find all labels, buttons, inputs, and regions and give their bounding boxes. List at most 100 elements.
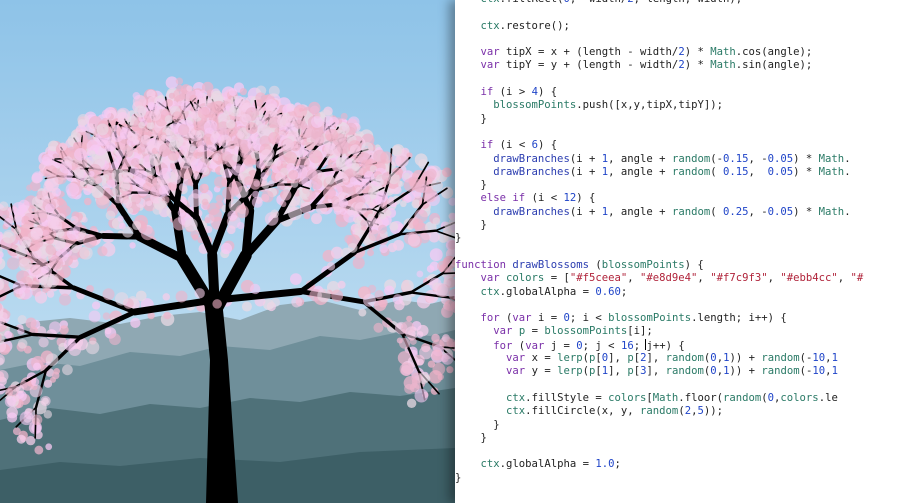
blossom-petal [317,288,331,303]
code-line[interactable]: drawBranches(i + 1, angle + random(-0.15… [455,153,863,166]
code-line[interactable]: if (i < 6) { [455,139,863,152]
blossom-petal [186,85,193,92]
blossom-petal [393,239,404,251]
blossom-petal [227,140,236,150]
blossom-petal [394,186,402,195]
code-line[interactable] [455,445,863,458]
code-line[interactable]: } [455,432,863,445]
code-line[interactable]: ctx.restore(); [455,20,863,33]
blossom-petal [428,231,440,243]
blossom-petal [42,156,51,166]
blossom-petal [367,284,377,293]
blossom-petal [164,158,171,166]
blossom-petal [284,151,297,164]
blossom-petal [406,315,413,322]
code-line[interactable]: drawBranches(i + 1, angle + random( 0.25… [455,206,863,219]
code-line[interactable]: ctx.globalAlpha = 1.0; [455,458,863,471]
code-line[interactable]: var y = lerp(p[1], p[3], random(0,1)) + … [455,365,863,378]
code-line[interactable]: blossomPoints.push([x,y,tipX,tipY]); [455,99,863,112]
blossom-petal [208,208,222,222]
code-line[interactable] [455,379,863,392]
blossom-petal [51,371,60,380]
blossom-petal [132,221,142,231]
blossom-petal [386,198,394,206]
code-line[interactable]: function drawBlossoms (blossomPoints) { [455,259,863,272]
code-line[interactable]: ctx.fillStyle = colors[Math.floor(random… [455,392,863,405]
code-line[interactable]: ctx.fillCircle(x, y, random(2,5)); [455,405,863,418]
blossom-petal [71,132,82,143]
blossom-petal [311,116,323,128]
blossom-petal [102,312,111,320]
blossom-petal [175,77,184,85]
code-line[interactable]: } [455,179,863,192]
blossom-petal [309,149,323,164]
blossom-petal [77,114,89,126]
blossom-petal [89,150,96,157]
code-line[interactable] [455,73,863,86]
blossom-petal [31,171,44,183]
blossom-petal [237,221,245,230]
blossom-petal [360,220,368,227]
blossom-petal [212,100,226,114]
blossom-petal [12,427,21,436]
blossom-petal [163,311,172,320]
blossom-petal [315,203,328,215]
code-line[interactable] [455,299,863,312]
code-line[interactable]: for (var i = 0; i < blossomPoints.length… [455,312,863,325]
code-line[interactable]: var p = blossomPoints[i]; [455,325,863,338]
code-line[interactable]: else if (i < 12) { [455,192,863,205]
blossom-petal [145,175,158,187]
code-line[interactable] [455,246,863,259]
code-text[interactable]: ctx.fillRect(0, -width/2, length, width)… [455,0,863,485]
blossom-petal [45,443,53,451]
cherry-blossom-canvas [0,0,455,503]
blossom-petal [389,221,399,231]
blossom-petal [215,194,224,203]
blossom-petal [392,294,404,305]
code-line[interactable]: ctx.globalAlpha = 0.60; [455,286,863,299]
code-line[interactable]: drawBranches(i + 1, angle + random( 0.15… [455,166,863,179]
blossom-petal [293,104,308,118]
blossom-petal [127,130,138,142]
code-line[interactable]: var x = lerp(p[0], p[2], random(0,1)) + … [455,352,863,365]
blossom-petal [18,285,33,300]
blossom-petal [175,290,188,303]
code-line[interactable]: var tipY = y + (length - width/2) * Math… [455,59,863,72]
code-line[interactable]: var tipX = x + (length - width/2) * Math… [455,46,863,59]
code-line[interactable]: } [455,472,863,485]
code-line[interactable]: } [455,219,863,232]
blossom-petal [43,164,58,179]
blossom-petal [419,345,433,360]
blossom-petal [360,182,367,190]
code-line[interactable] [455,126,863,139]
canvas-preview [0,0,455,503]
code-line[interactable]: } [455,419,863,432]
blossom-petal [71,244,80,254]
blossom-petal [4,396,16,408]
blossom-petal [441,305,454,318]
blossom-petal [250,158,257,165]
blossom-petal [26,184,33,191]
code-line[interactable] [455,6,863,19]
blossom-petal [79,246,93,260]
blossom-petal [379,244,389,254]
code-line[interactable] [455,33,863,46]
code-line[interactable]: } [455,113,863,126]
blossom-petal [432,362,446,376]
blossom-petal [117,215,124,222]
blossom-petal [58,293,72,306]
code-line[interactable]: for (var j = 0; j < 16; j++) { [455,338,863,352]
code-line[interactable]: } [455,232,863,245]
blossom-petal [109,333,121,346]
code-line[interactable]: if (i > 4) { [455,86,863,99]
blossom-petal [255,160,265,169]
blossom-petal [431,349,443,361]
blossom-petal [45,353,59,366]
code-editor[interactable]: ctx.fillRect(0, -width/2, length, width)… [455,0,913,503]
blossom-petal [351,163,360,172]
code-line[interactable]: var colors = ["#f5ceea", "#e8d9e4", "#f7… [455,272,864,285]
blossom-petal [101,109,112,119]
blossom-petal [249,178,261,190]
blossom-petal [352,256,365,269]
blossom-petal [115,292,129,306]
